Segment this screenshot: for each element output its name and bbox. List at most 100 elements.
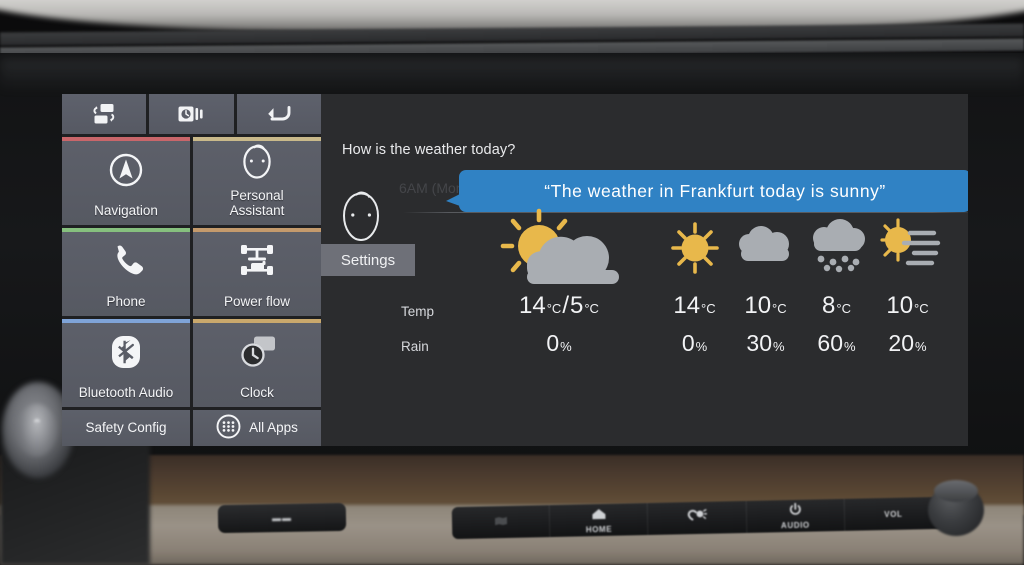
all-apps-label: All Apps (249, 420, 298, 436)
forecast-temp: 14 °C (673, 292, 715, 330)
temp-unit: °C (701, 301, 716, 316)
app-grid-icon (216, 414, 241, 442)
forecast-column-1[interactable]: 14 °C 0 % (659, 206, 730, 364)
assistant-face-icon (193, 137, 321, 188)
forecast-rain-value: 20 (888, 330, 915, 356)
forecast-rain: 60 % (817, 330, 855, 364)
all-apps-button[interactable]: All Apps (193, 409, 321, 446)
forecast-rain-value: 60 (817, 330, 844, 356)
hardware-audio-label: AUDIO (780, 520, 810, 530)
forecast-rain-value: 30 (746, 330, 773, 356)
tile-accent-bar (62, 227, 190, 232)
tile-accent-bar (193, 227, 321, 232)
sun-behind-haze-icon (872, 206, 944, 292)
assistant-question: How is the weather today? (342, 142, 516, 158)
assistant-response-text: “The weather in Frankfurt today is sunny… (544, 180, 886, 201)
rain-unit: % (844, 339, 856, 354)
hardware-gesture-button[interactable] (648, 500, 747, 536)
forecast-columns: 14 °C / 5 °C 0 % 14 °C 0 % 10 °C 30 % 8 … (459, 206, 964, 446)
forecast-column-3[interactable]: 8 °C 60 % (801, 206, 872, 364)
forecast-temp-value: 8 (822, 292, 836, 319)
tile-accent-bar (62, 318, 190, 323)
hardware-home-button[interactable]: HOME (549, 503, 649, 538)
forecast-temp: 8 °C (822, 292, 851, 330)
clock-icon (193, 319, 321, 385)
forecast-temp-value: 14 (673, 292, 701, 319)
app-tile-grid: Navigation Personal Assistant Phone Powe… (62, 136, 321, 407)
temp-separator: / (562, 292, 569, 319)
tile-label: Phone (106, 293, 146, 309)
home-sidebar: Navigation Personal Assistant Phone Powe… (62, 94, 321, 446)
bluetooth-icon (62, 319, 190, 385)
phone-handset-icon (62, 228, 190, 294)
today-temp: 14 °C / 5 °C (519, 292, 599, 330)
tile-accent-bar (193, 318, 321, 323)
air-vent-glyph: ◓ (32, 413, 42, 429)
power-icon (788, 502, 801, 520)
rain-unit: % (773, 339, 785, 354)
forecast-temp-value: 10 (744, 292, 772, 319)
forecast-column-today[interactable]: 14 °C / 5 °C 0 % (459, 206, 659, 364)
sidebar-tile-phone[interactable]: Phone (62, 227, 190, 316)
forecast-rain: 0 % (682, 330, 707, 364)
forecast-temp-value: 10 (886, 292, 914, 319)
temp-unit: °C (772, 301, 787, 316)
rain-row-label: Rain (401, 339, 429, 354)
home-icon (591, 506, 607, 524)
sun-icon (664, 206, 726, 292)
rain-unit: % (915, 339, 927, 354)
hazard-button[interactable]: ▬▬ (217, 502, 347, 534)
tile-label: Bluetooth Audio (78, 384, 174, 400)
forecast-row-labels: Temp Rain (401, 304, 434, 354)
gesture-icon (687, 509, 708, 527)
today-temp-high: 14 (519, 292, 546, 319)
temp-unit: °C (584, 301, 599, 316)
hardware-vol-label: VOL (884, 509, 903, 519)
sidebar-tile-navigation[interactable]: Navigation (62, 136, 190, 225)
forecast-column-4[interactable]: 10 °C 20 % (872, 206, 943, 364)
car-dashboard: ◓ Navigation Personal Assistant Phone Po… (0, 0, 1024, 565)
hazard-icon: ▬▬ (271, 512, 293, 524)
recent-history-icon (177, 103, 205, 125)
today-rain: 0 % (546, 330, 571, 364)
today-temp-low: 5 (570, 292, 584, 319)
sidebar-tile-clock[interactable]: Clock (193, 318, 321, 407)
snow-cloud-icon (804, 206, 870, 292)
safety-config-label: Safety Config (85, 420, 167, 436)
sidebar-tile-bluetooth-audio[interactable]: Bluetooth Audio (62, 318, 190, 407)
tile-label: Clock (240, 384, 274, 400)
rain-unit: % (560, 339, 572, 354)
map-icon (493, 513, 507, 531)
screen-swap-button[interactable] (62, 94, 147, 134)
forecast-rain-value: 0 (681, 330, 695, 356)
back-button[interactable] (236, 94, 321, 134)
hardware-map-button[interactable] (451, 505, 551, 540)
forecast-rain: 30 % (746, 330, 784, 364)
sun-behind-cloud-icon (483, 206, 635, 292)
hardware-home-label: HOME (585, 524, 613, 534)
hardware-audio-power-button[interactable]: AUDIO (746, 498, 846, 533)
recent-history-button[interactable] (149, 94, 234, 134)
sidebar-tile-personal-assistant[interactable]: Personal Assistant (193, 136, 321, 225)
sidebar-tile-power-flow[interactable]: Power flow (193, 227, 321, 316)
infotainment-screen[interactable]: Navigation Personal Assistant Phone Powe… (62, 94, 968, 446)
screen-swap-icon (91, 102, 117, 126)
safety-config-button[interactable]: Safety Config (62, 409, 190, 446)
sidebar-toolbar (62, 94, 321, 134)
back-arrow-icon (264, 103, 294, 125)
weather-panel: How is the weather today? 6AM (Mon) 12 1… (321, 94, 968, 446)
forecast-temp: 10 °C (744, 292, 786, 330)
weather-forecast: Temp Rain 14 °C / 5 °C 0 % 14 °C 0 % 10 … (321, 206, 968, 446)
tile-accent-bar (193, 136, 321, 141)
cloud-icon (733, 206, 799, 292)
forecast-column-2[interactable]: 10 °C 30 % (730, 206, 801, 364)
tile-label: Personal Assistant (229, 187, 285, 218)
forecast-rain: 20 % (888, 330, 926, 364)
sidebar-bottom-row: Safety Config All Apps (62, 409, 321, 446)
temp-unit: °C (546, 301, 562, 316)
tile-label: Power flow (223, 293, 291, 309)
powertrain-icon (193, 228, 321, 294)
compass-icon (62, 137, 190, 203)
temp-unit: °C (914, 301, 929, 316)
tile-accent-bar (62, 136, 190, 141)
